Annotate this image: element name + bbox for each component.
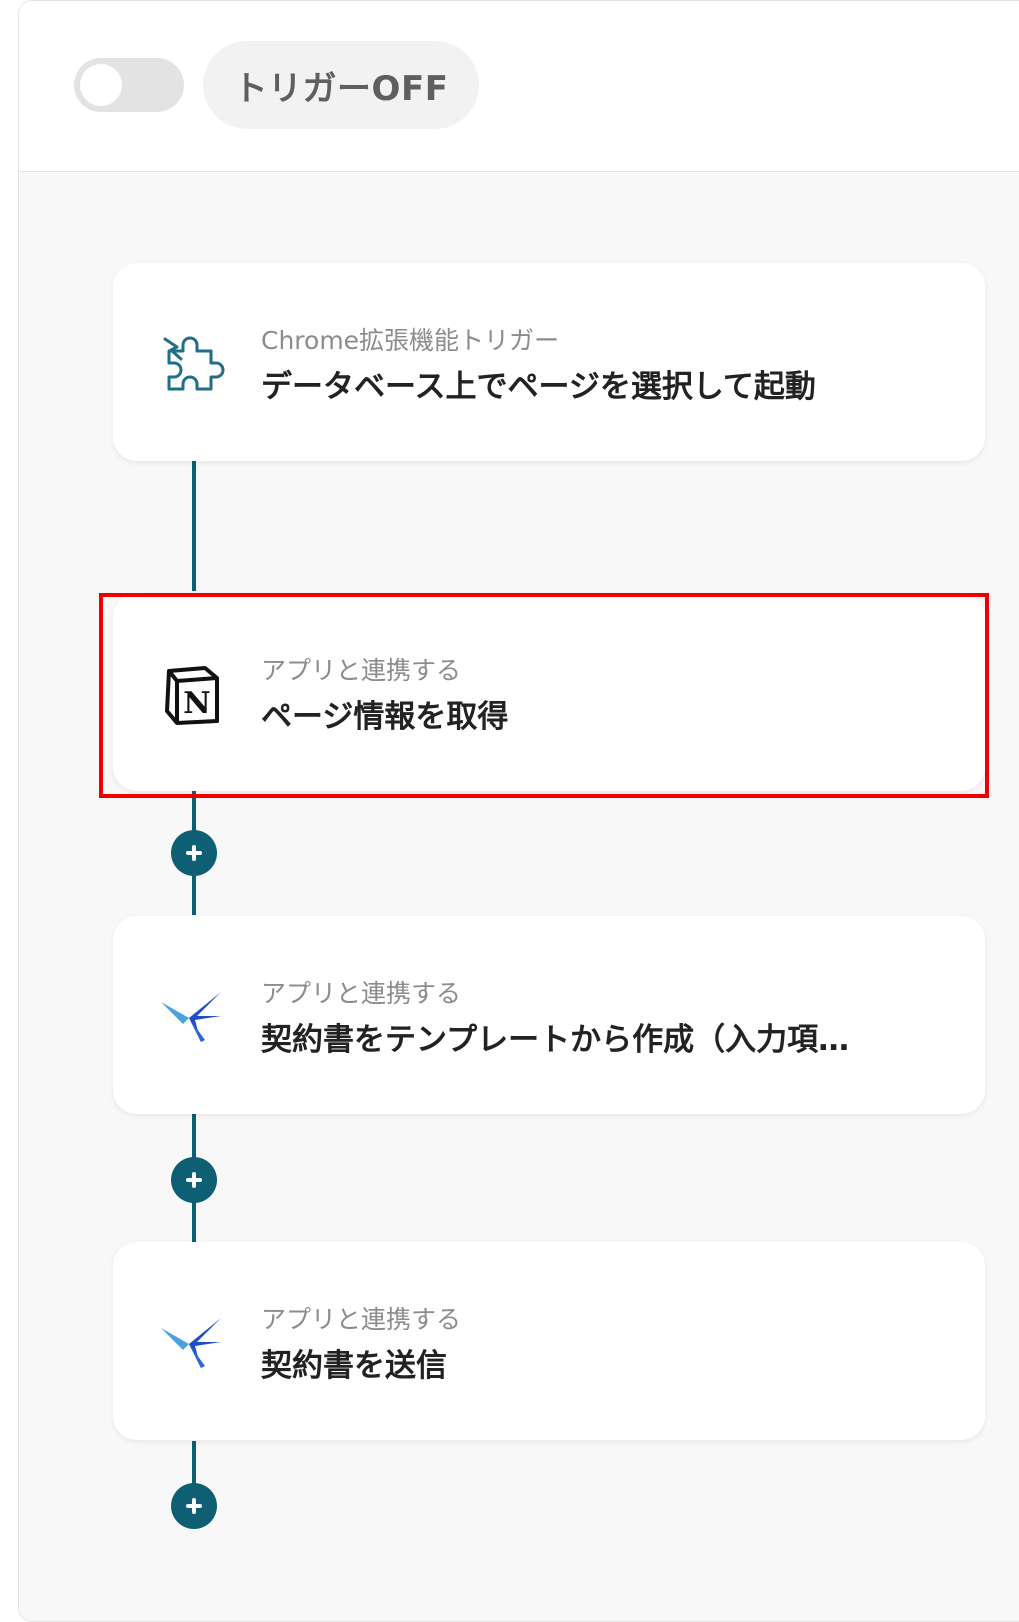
flow-panel: トリガーOFF Chrome拡張機能トリガー データベース上でページを選択して起…	[18, 0, 1019, 1622]
step-title: 契約書をテンプレートから作成（入力項…	[261, 1022, 850, 1058]
add-step-button-1[interactable]	[171, 830, 217, 876]
flow-header: トリガーOFF	[19, 1, 1019, 172]
step-card-create-contract[interactable]: アプリと連携する 契約書をテンプレートから作成（入力項…	[113, 916, 985, 1114]
add-step-button-3[interactable]	[171, 1483, 217, 1529]
connector-line-1	[192, 461, 196, 591]
cloudsign-bird-icon	[159, 1312, 225, 1374]
step-subtitle: アプリと連携する	[261, 979, 462, 1008]
cloudsign-bird-icon	[159, 986, 225, 1048]
chrome-extension-puzzle-icon	[159, 333, 225, 395]
notion-icon: N	[159, 663, 225, 725]
step-title: 契約書を送信	[261, 1348, 447, 1384]
trigger-status-badge: トリガーOFF	[203, 41, 479, 129]
step-subtitle: Chrome拡張機能トリガー	[261, 326, 560, 355]
step-subtitle: アプリと連携する	[261, 656, 462, 685]
step-card-chrome-trigger[interactable]: Chrome拡張機能トリガー データベース上でページを選択して起動	[113, 263, 985, 461]
toggle-knob	[80, 64, 122, 106]
step-title: ページ情報を取得	[261, 699, 509, 735]
step-subtitle: アプリと連携する	[261, 1305, 462, 1334]
trigger-toggle[interactable]	[74, 58, 184, 112]
step-card-send-contract[interactable]: アプリと連携する 契約書を送信	[113, 1242, 985, 1440]
step-title: データベース上でページを選択して起動	[261, 369, 816, 405]
step-card-notion-get-page[interactable]: N アプリと連携する ページ情報を取得	[113, 593, 985, 791]
svg-text:N: N	[183, 686, 210, 721]
add-step-button-2[interactable]	[171, 1157, 217, 1203]
